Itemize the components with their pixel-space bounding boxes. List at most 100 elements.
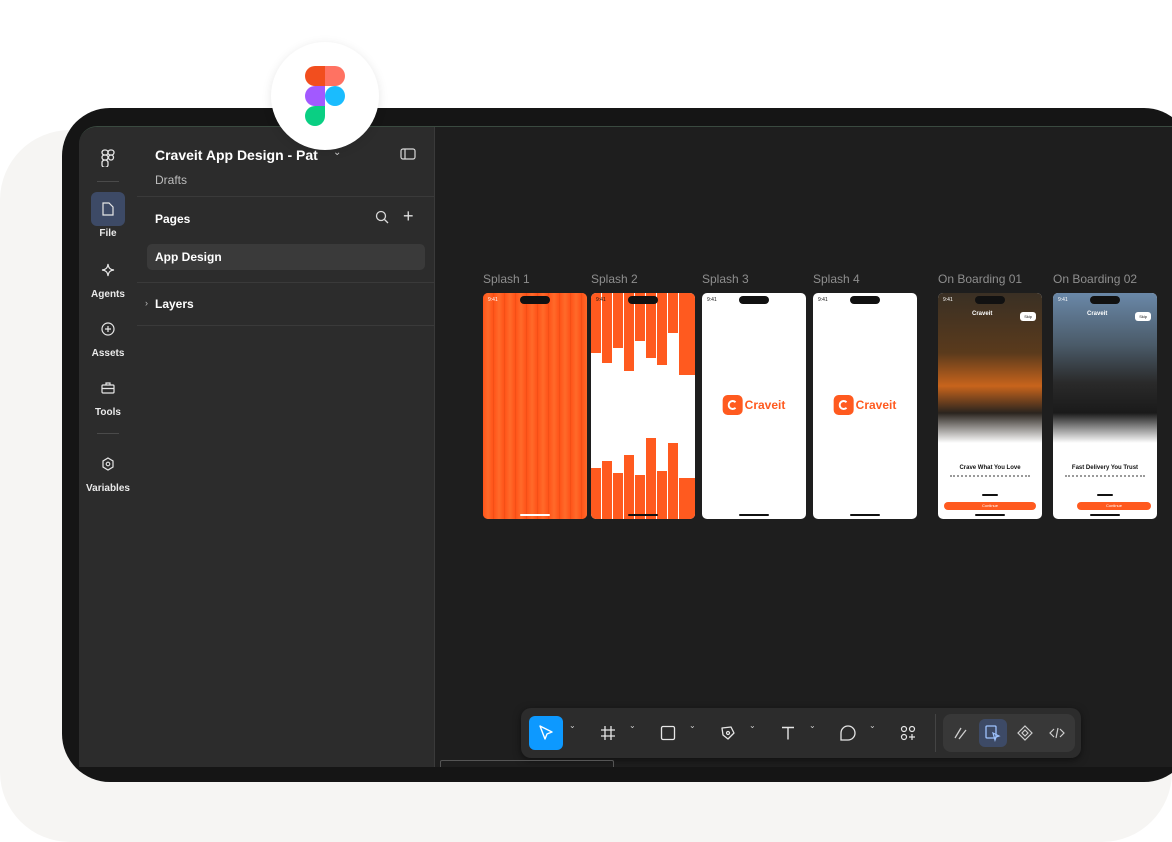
figma-logo-icon <box>91 141 125 175</box>
frame-label[interactable]: Splash 1 <box>483 272 530 286</box>
rail-label-variables: Variables <box>86 483 130 494</box>
bar-pattern <box>591 293 695 519</box>
move-tool-button[interactable] <box>529 716 563 750</box>
dynamic-island <box>739 296 769 304</box>
status-time: 9:41 <box>818 297 828 303</box>
rail-divider <box>97 181 119 182</box>
frame-label[interactable]: Splash 3 <box>702 272 749 286</box>
horizontal-scrollbar[interactable] <box>440 760 614 767</box>
figma-logo-icon <box>305 66 345 126</box>
home-indicator <box>739 514 769 516</box>
onboarding-heading: Fast Delivery You Trust <box>1071 465 1139 471</box>
text-icon <box>782 726 794 740</box>
frame-splash-2[interactable]: 9:41 <box>591 293 695 519</box>
frame-onboarding-02[interactable]: 9:41 Craveit Skip Fast Delivery You Trus… <box>1053 293 1157 519</box>
sparkle-icon <box>91 253 125 287</box>
mode-switcher <box>943 714 1075 752</box>
page-item[interactable]: App Design <box>147 244 425 270</box>
continue-button: Continue <box>944 502 1036 510</box>
rail-item-agents[interactable]: Agents <box>79 253 137 300</box>
rail-item-assets[interactable]: Assets <box>79 312 137 359</box>
craveit-logo: Craveit <box>833 395 896 415</box>
home-indicator <box>975 514 1005 516</box>
dynamic-island <box>975 296 1005 304</box>
frame-label[interactable]: On Boarding 01 <box>938 272 1022 286</box>
add-page-icon[interactable]: + <box>403 207 414 225</box>
rail-label-agents: Agents <box>91 289 125 300</box>
actions-tool-button[interactable] <box>893 716 923 750</box>
onboarding-body-placeholder <box>1065 475 1145 487</box>
orange-pattern <box>483 293 587 519</box>
toolbar-divider <box>935 714 936 752</box>
craveit-mark-icon <box>833 395 854 415</box>
chevron-down-icon[interactable]: ⌄ <box>689 721 696 730</box>
skip-button: Skip <box>1020 312 1036 321</box>
plus-circle-icon <box>91 312 125 346</box>
prototype-mode-button[interactable] <box>1011 714 1039 748</box>
home-indicator <box>850 514 880 516</box>
chevron-down-icon[interactable]: ⌄ <box>629 721 636 730</box>
status-time: 9:41 <box>488 297 498 303</box>
rectangle-tool-button[interactable] <box>653 716 683 750</box>
panel-divider <box>137 282 434 283</box>
page-dots <box>1097 494 1113 496</box>
design-mode-button[interactable] <box>979 719 1007 747</box>
dev-mode-button[interactable] <box>1043 714 1071 748</box>
panel-toggle-icon[interactable] <box>400 147 416 165</box>
frame-splash-4[interactable]: 9:41 Craveit <box>813 293 917 519</box>
panel-divider <box>137 325 434 326</box>
frame-splash-1[interactable]: 9:41 <box>483 293 587 519</box>
rail-divider <box>97 433 119 434</box>
canvas[interactable]: Splash 1 9:41 Splash 2 9:41 Splash 3 9:4… <box>435 127 1172 767</box>
layers-header[interactable]: Layers <box>155 297 194 311</box>
craveit-mark-icon <box>722 395 743 415</box>
text-tool-button[interactable] <box>773 716 803 750</box>
status-time: 9:41 <box>707 297 717 303</box>
chevron-down-icon[interactable]: ⌄ <box>869 721 876 730</box>
pen-tool-button[interactable] <box>713 716 743 750</box>
left-panel: Craveit App Design - Pat ⌄ Drafts Pages … <box>137 127 435 767</box>
left-rail: File Agents Assets Tools Variables <box>79 127 138 767</box>
home-indicator <box>628 514 658 516</box>
frame-label[interactable]: Splash 4 <box>813 272 860 286</box>
draw-mode-button[interactable] <box>947 714 975 748</box>
dynamic-island <box>1090 296 1120 304</box>
figma-badge <box>271 42 379 150</box>
prototype-icon <box>1017 725 1033 741</box>
frame-label[interactable]: Splash 2 <box>591 272 638 286</box>
figma-window: File Agents Assets Tools Variables Crave… <box>79 126 1172 767</box>
onboarding-heading: Crave What You Love <box>959 465 1021 471</box>
chevron-down-icon[interactable]: ⌄ <box>749 721 756 730</box>
page-item-label: App Design <box>155 250 222 264</box>
chevron-down-icon[interactable]: ⌄ <box>809 721 816 730</box>
file-icon <box>91 192 125 226</box>
hexagon-icon <box>91 447 125 481</box>
toolbox-icon <box>91 371 125 405</box>
rail-item-file[interactable]: File <box>79 192 137 239</box>
file-title[interactable]: Craveit App Design - Pat <box>155 147 318 163</box>
frame-onboarding-01[interactable]: 9:41 Craveit Skip Crave What You Love Co… <box>938 293 1042 519</box>
rail-item-variables[interactable]: Variables <box>79 447 137 494</box>
chevron-right-icon[interactable]: › <box>145 298 148 308</box>
chevron-down-icon[interactable]: ⌄ <box>569 721 576 730</box>
frame-splash-3[interactable]: 9:41 Craveit <box>702 293 806 519</box>
pages-header: Pages <box>155 212 191 226</box>
comment-tool-button[interactable] <box>833 716 863 750</box>
frame-tool-button[interactable] <box>593 716 623 750</box>
rail-label-tools: Tools <box>95 407 121 418</box>
craveit-logo: Craveit <box>1087 311 1108 317</box>
search-icon[interactable] <box>375 210 389 229</box>
panel-divider <box>137 196 434 197</box>
draw-icon <box>954 727 967 740</box>
skip-button: Skip <box>1135 312 1151 321</box>
continue-button: Continue <box>1077 502 1151 510</box>
pen-icon <box>721 726 735 740</box>
file-location[interactable]: Drafts <box>155 173 187 187</box>
frame-label[interactable]: On Boarding 02 <box>1053 272 1137 286</box>
rail-item-tools[interactable]: Tools <box>79 371 137 418</box>
figma-menu-button[interactable] <box>79 141 137 175</box>
status-time: 9:41 <box>1058 297 1068 303</box>
home-indicator <box>520 514 550 516</box>
craveit-logo: Craveit <box>722 395 785 415</box>
code-icon <box>1049 727 1065 739</box>
